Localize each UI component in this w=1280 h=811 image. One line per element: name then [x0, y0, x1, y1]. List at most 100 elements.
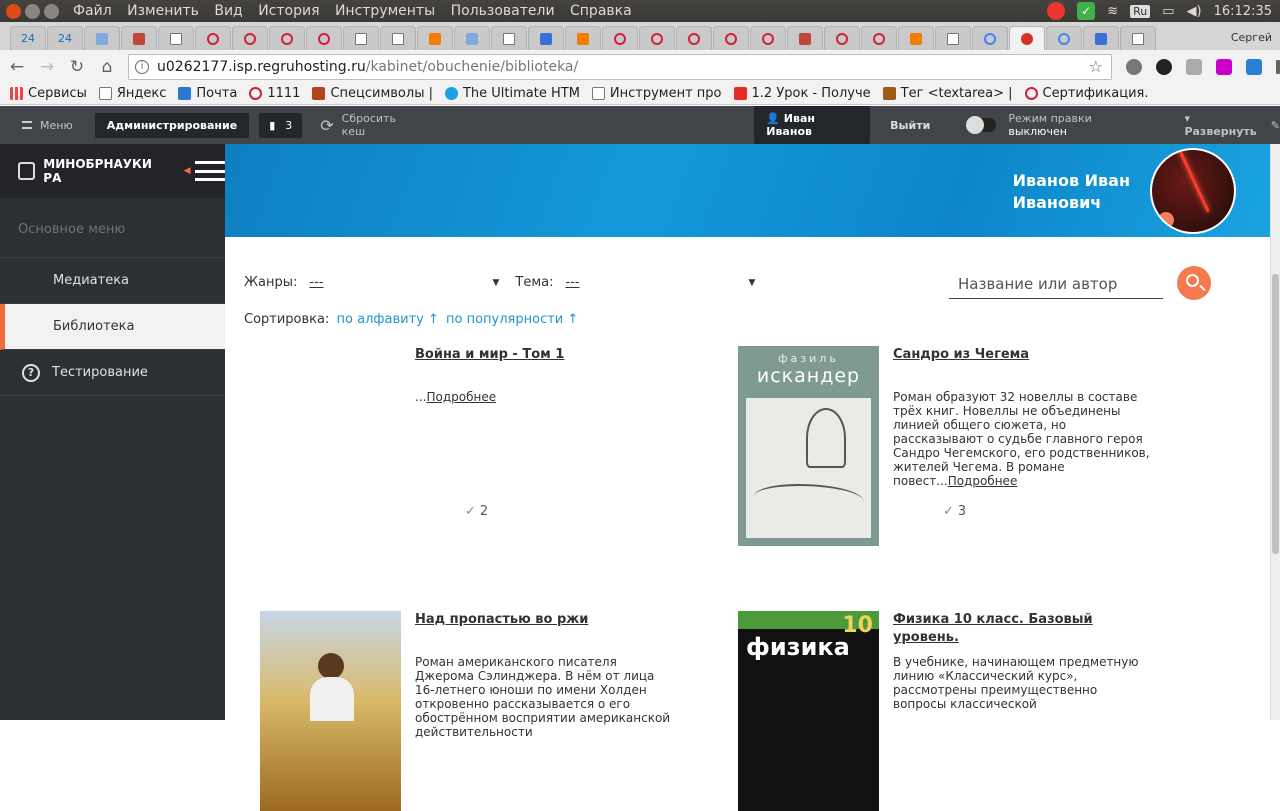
menu-view[interactable]: Вид [214, 3, 242, 19]
close-tab-icon[interactable] [1021, 32, 1033, 45]
tab[interactable] [454, 26, 490, 50]
tab[interactable] [158, 26, 194, 50]
tab[interactable] [84, 26, 120, 50]
bookmark[interactable]: Сертификация. [1024, 86, 1149, 101]
book-cover[interactable]: 10 физика [738, 611, 879, 811]
sort-popularity-link[interactable]: по популярности ↑ [446, 312, 578, 327]
tab[interactable] [417, 26, 453, 50]
search-button[interactable] [1177, 266, 1211, 300]
book-title[interactable]: Сандро из Чегема [893, 346, 1153, 364]
tab[interactable] [935, 26, 971, 50]
tab[interactable] [565, 26, 601, 50]
record-icon[interactable] [1047, 2, 1066, 20]
sidebar-item-testing[interactable]: ? Тестирование [0, 350, 225, 396]
tab[interactable] [972, 26, 1008, 50]
battery-icon[interactable]: ▭ [1162, 4, 1174, 19]
hamburger-icon[interactable] [194, 161, 228, 181]
menu-users[interactable]: Пользователи [451, 3, 555, 19]
tab[interactable] [676, 26, 712, 50]
genres-select[interactable]: --- ▼ [309, 275, 499, 290]
extension-icon[interactable] [1126, 58, 1142, 75]
book-title[interactable]: Физика 10 класс. Базовый уровень. [893, 611, 1153, 647]
bookmark[interactable]: Яндекс [98, 86, 166, 101]
administration-button[interactable]: Администрирование [94, 112, 250, 138]
collapse-arrow-icon[interactable]: ◀ [184, 166, 191, 176]
extension-icon[interactable] [1156, 58, 1172, 75]
tab[interactable] [787, 26, 823, 50]
book-more-link[interactable]: Подробнее [948, 474, 1018, 488]
cms-user-button[interactable]: 👤 Иван Иванов [754, 106, 871, 144]
tab[interactable] [898, 26, 934, 50]
sidebar-item-library[interactable]: Библиотека [0, 304, 225, 350]
book-cover[interactable]: фазиль искандер [738, 346, 879, 546]
tab[interactable] [306, 26, 342, 50]
theme-select[interactable]: --- ▼ [565, 275, 755, 290]
tab[interactable] [195, 26, 231, 50]
bookmark[interactable]: Тег <textarea> | [882, 86, 1013, 101]
tab[interactable] [861, 26, 897, 50]
bookmark[interactable]: Инструмент про [591, 86, 722, 101]
search-input[interactable]: Название или автор [949, 271, 1163, 299]
tab[interactable]: 24 [47, 26, 83, 50]
back-icon[interactable]: ← [4, 57, 30, 77]
page-scrollbar[interactable] [1270, 144, 1280, 720]
menu-icon[interactable] [1276, 59, 1280, 74]
avatar[interactable] [1150, 148, 1236, 234]
check-icon[interactable]: ✓ [1077, 2, 1096, 20]
tab[interactable] [528, 26, 564, 50]
extension-icon[interactable] [1216, 58, 1232, 75]
tab[interactable] [1046, 26, 1082, 50]
bookmark-star-icon[interactable]: ☆ [1089, 57, 1103, 76]
tab[interactable] [750, 26, 786, 50]
wifi-icon[interactable]: ≋ [1107, 4, 1118, 19]
site-logo-text[interactable]: МИНОБРНАУКИ РА [43, 157, 167, 185]
tab[interactable] [232, 26, 268, 50]
url-bar[interactable]: i u0262177.isp.regruhosting.ru/kabinet/o… [128, 53, 1112, 80]
window-close-button[interactable] [6, 3, 21, 19]
window-minimize-button[interactable] [25, 3, 40, 19]
tab[interactable] [713, 26, 749, 50]
logout-button[interactable]: Выйти [890, 119, 930, 132]
bookmark[interactable]: 1111 [249, 86, 300, 101]
bookmark[interactable]: 1.2 Урок - Получе [733, 86, 871, 101]
menu-file[interactable]: Файл [73, 3, 112, 19]
expand-button[interactable]: ▾ Развернуть [1184, 112, 1260, 138]
sort-alphabet-link[interactable]: по алфавиту ↑ [337, 312, 439, 327]
menu-help[interactable]: Справка [570, 3, 632, 19]
window-maximize-button[interactable] [44, 3, 59, 19]
tab[interactable] [824, 26, 860, 50]
bookmark[interactable]: Спецсимволы | [312, 86, 433, 101]
extension-icon[interactable] [1186, 58, 1202, 75]
menu-tools[interactable]: Инструменты [335, 3, 435, 19]
menu-edit[interactable]: Изменить [127, 3, 199, 19]
tab[interactable] [639, 26, 675, 50]
pin-icon[interactable]: ✎ [1271, 119, 1280, 132]
notifications-button[interactable]: ▮ 3 [259, 112, 303, 138]
bookmark[interactable]: The Ultimate HTM [444, 86, 580, 101]
cms-menu-button[interactable]: Меню [22, 119, 73, 132]
tab[interactable] [269, 26, 305, 50]
profile-name[interactable]: Иванов Иван Иванович [1013, 170, 1130, 214]
forward-icon[interactable]: → [34, 57, 60, 77]
bookmark[interactable]: Почта [178, 86, 237, 101]
edit-mode-toggle[interactable] [966, 116, 997, 134]
extension-icon[interactable] [1246, 58, 1262, 75]
book-title[interactable]: Война и мир - Том 1 [415, 346, 675, 364]
volume-icon[interactable]: ◀) [1187, 4, 1202, 19]
book-title[interactable]: Над пропастью во ржи [415, 611, 675, 629]
tab[interactable] [491, 26, 527, 50]
tab[interactable] [1120, 26, 1156, 50]
tab[interactable] [1083, 26, 1119, 50]
clock[interactable]: 16:12:35 [1214, 4, 1272, 19]
book-cover[interactable] [260, 611, 401, 811]
reload-icon[interactable]: ↻ [64, 57, 90, 77]
tab[interactable] [121, 26, 157, 50]
sidebar-item-mediateka[interactable]: Медиатека [0, 258, 225, 304]
scrollbar-thumb[interactable] [1272, 274, 1279, 554]
home-icon[interactable]: ⌂ [94, 57, 120, 77]
tab[interactable] [343, 26, 379, 50]
keyboard-layout[interactable]: Ru [1130, 4, 1151, 18]
tab[interactable] [602, 26, 638, 50]
info-icon[interactable]: i [135, 59, 149, 74]
tab[interactable] [380, 26, 416, 50]
